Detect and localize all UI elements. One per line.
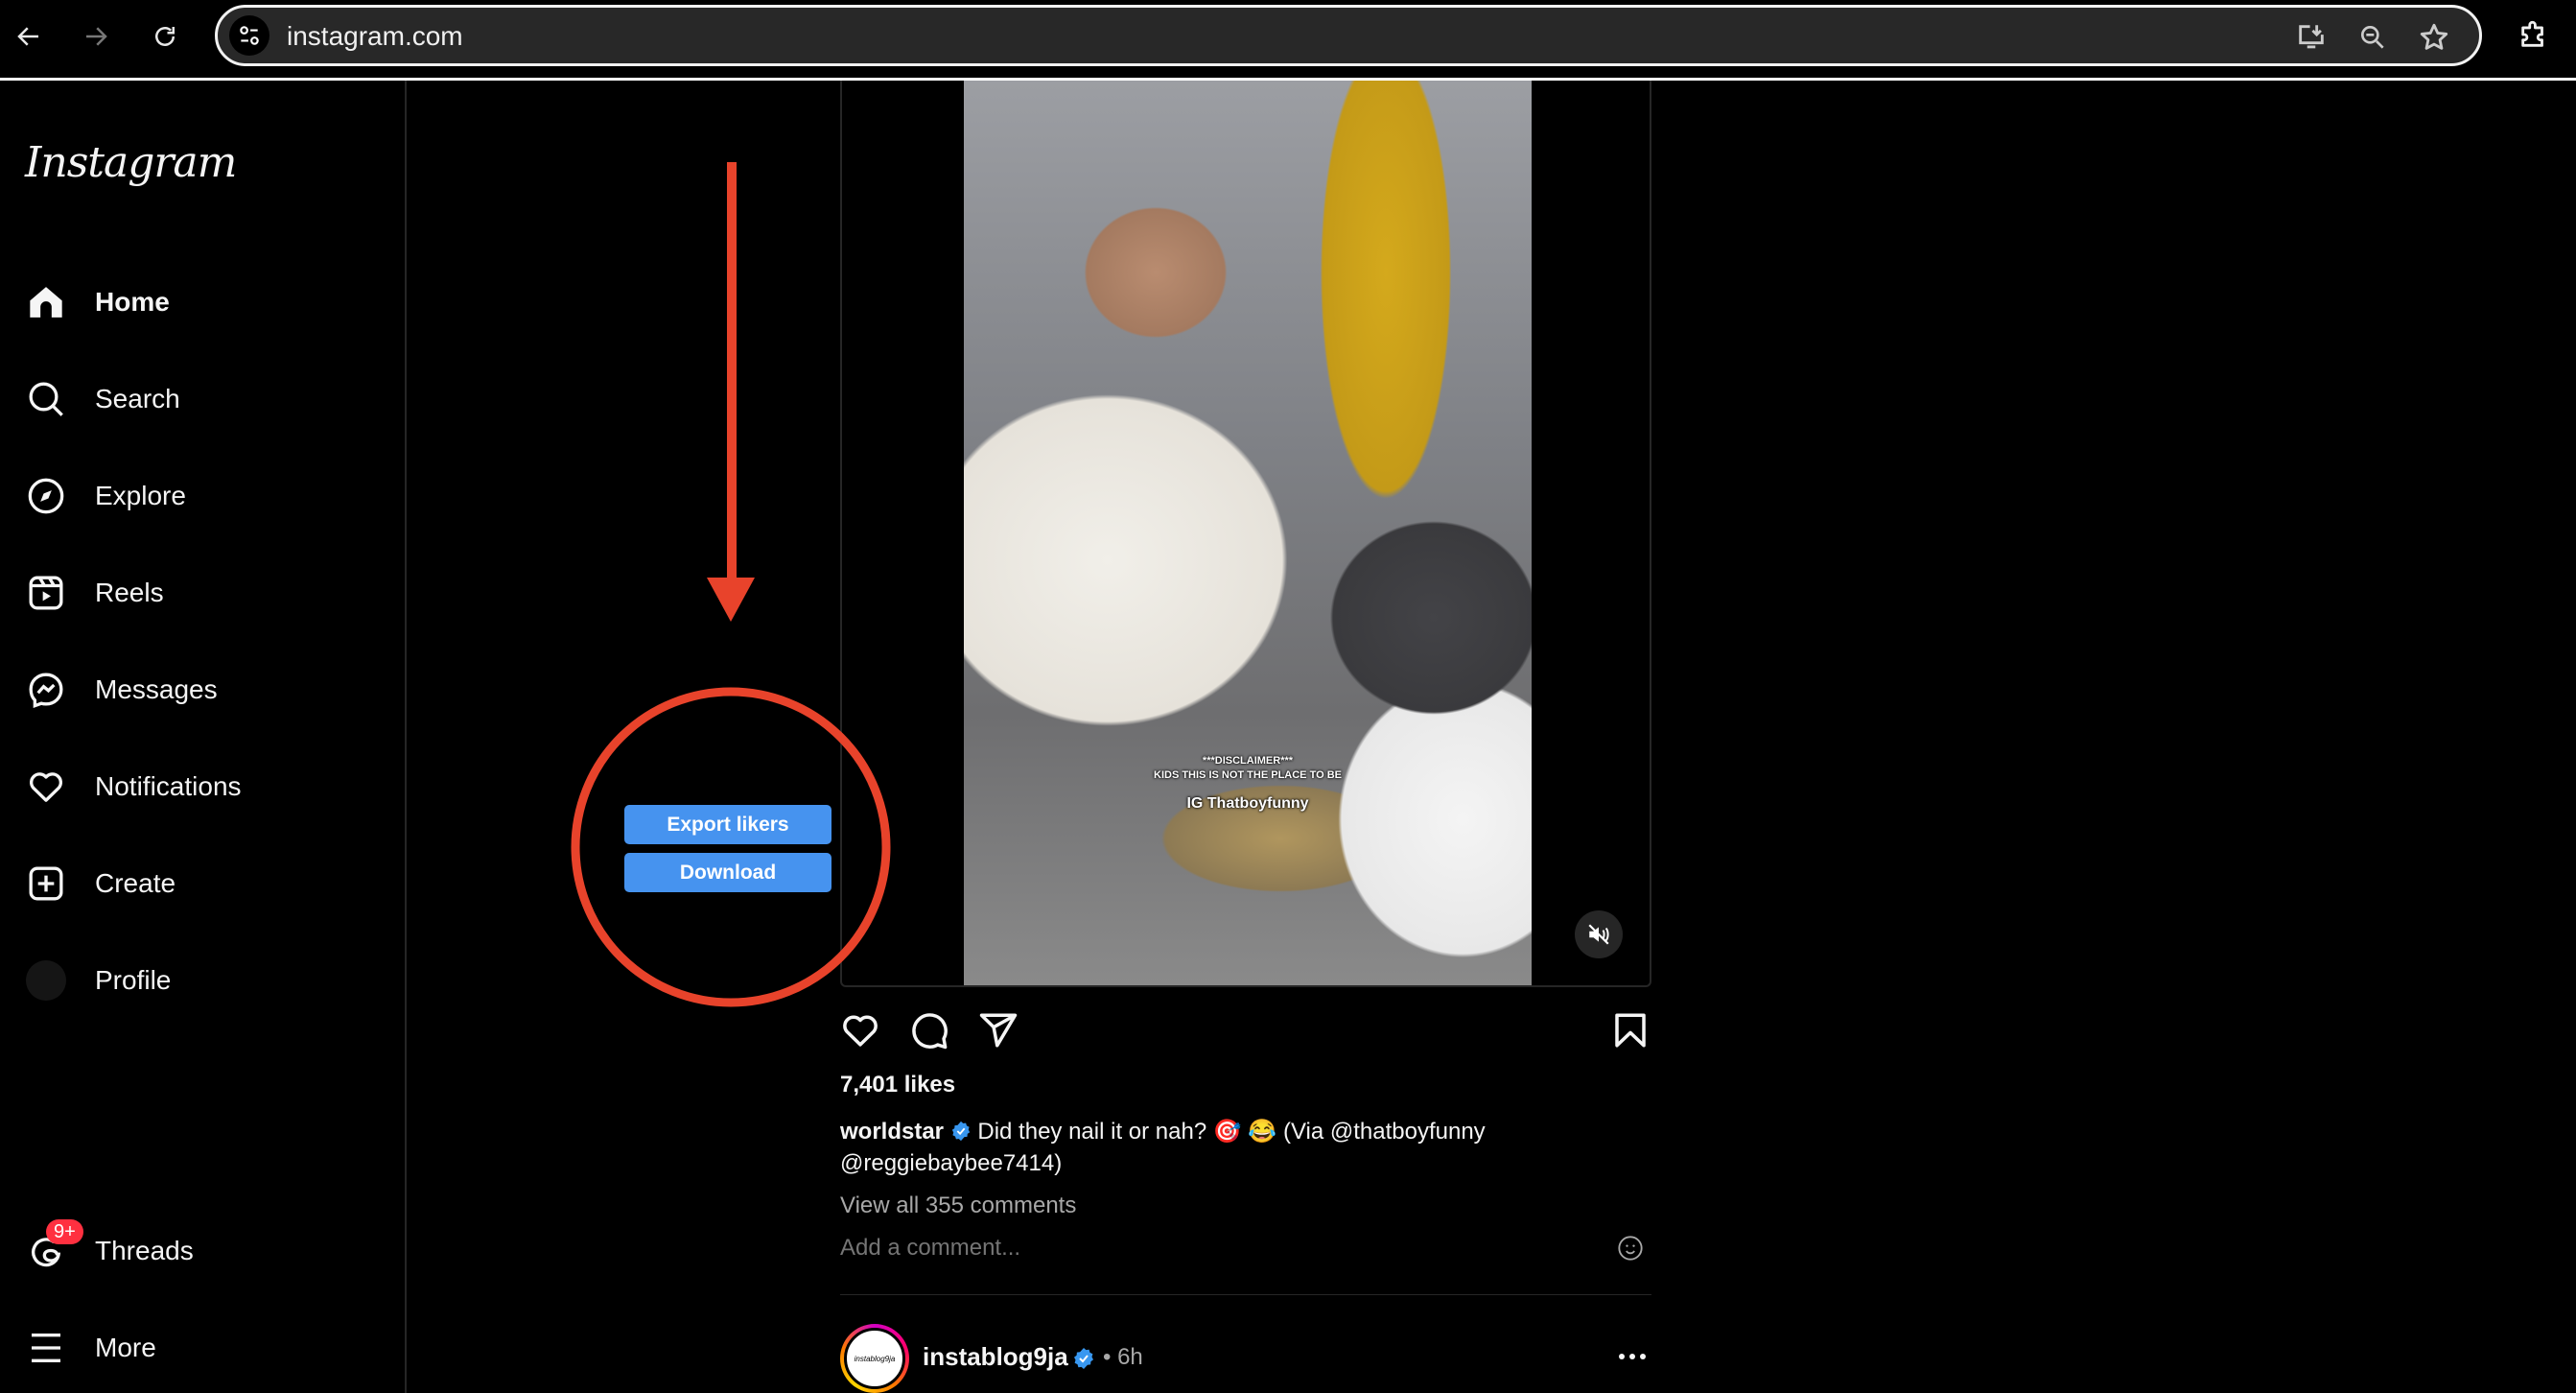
sidebar-item-notifications[interactable]: Notifications: [0, 752, 403, 821]
download-button[interactable]: Download: [624, 853, 831, 892]
heart-icon: [25, 766, 67, 808]
video-caption-disclaimer: ***DISCLAIMER***: [1202, 755, 1294, 767]
instagram-logo[interactable]: Instagram: [25, 138, 237, 187]
comment-input[interactable]: [840, 1235, 1588, 1262]
save-button[interactable]: [1610, 1010, 1651, 1051]
video-caption-credit: IG Thatboyfunny: [1186, 795, 1309, 812]
mute-toggle-button[interactable]: [1575, 910, 1623, 958]
annotation-arrow-head: [707, 578, 755, 622]
reload-button[interactable]: [144, 15, 186, 58]
browser-toolbar: instagram.com: [0, 0, 2576, 81]
sidebar: Instagram Home Search Explore Reels Mess…: [0, 81, 407, 1393]
sidebar-item-label: Search: [95, 384, 180, 413]
site-info-button[interactable]: [229, 15, 269, 56]
arrow-right-icon: [86, 27, 107, 46]
zoom-button[interactable]: [2354, 19, 2391, 56]
avatar-label: instablog9ja: [844, 1328, 905, 1389]
sidebar-item-label: Reels: [95, 578, 164, 607]
view-comments-link[interactable]: View all 355 comments: [840, 1192, 1076, 1219]
heart-icon: [843, 1015, 878, 1047]
send-icon: [979, 1013, 1018, 1048]
bookmark-star-button[interactable]: [2416, 19, 2452, 56]
dot: [1629, 1354, 1635, 1359]
post-card: ***DISCLAIMER*** KIDS THIS IS NOT THE PL…: [840, 81, 1651, 987]
post-caption: worldstar Did they nail it or nah? 🎯 😂 (…: [840, 1116, 1646, 1179]
threads-badge: 9+: [46, 1219, 83, 1244]
sidebar-item-label: Messages: [95, 674, 218, 704]
compass-icon: [25, 475, 67, 517]
star-icon: [2420, 23, 2448, 50]
next-post-avatar[interactable]: instablog9ja: [840, 1324, 909, 1393]
sidebar-item-reels[interactable]: Reels: [0, 558, 403, 627]
post-author[interactable]: worldstar: [840, 1119, 944, 1145]
url-text[interactable]: instagram.com: [287, 21, 463, 52]
share-button[interactable]: [978, 1010, 1019, 1051]
like-button[interactable]: [840, 1010, 880, 1051]
video-caption-warning: KIDS THIS IS NOT THE PLACE TO BE: [1154, 769, 1342, 781]
forward-button[interactable]: [75, 15, 117, 58]
sidebar-item-explore[interactable]: Explore: [0, 461, 403, 531]
annotation-arrow-shaft: [727, 162, 737, 580]
speaker-muted-icon: [1588, 924, 1609, 945]
reload-icon: [155, 27, 175, 46]
puzzle-icon: [2521, 20, 2543, 47]
sidebar-item-threads[interactable]: 9+ Threads: [0, 1216, 403, 1286]
tune-icon: [240, 26, 259, 45]
arrow-left-icon: [17, 27, 38, 46]
search-icon: [25, 378, 67, 420]
dot: [1640, 1354, 1646, 1359]
smiley-icon: [1618, 1236, 1643, 1261]
post-video[interactable]: ***DISCLAIMER*** KIDS THIS IS NOT THE PL…: [964, 81, 1532, 985]
plus-square-icon: [25, 862, 67, 905]
dot: [1619, 1354, 1625, 1359]
sidebar-item-label: Create: [95, 868, 176, 898]
sidebar-item-label: More: [95, 1333, 156, 1362]
post-divider: [840, 1294, 1651, 1295]
menu-icon: [25, 1327, 67, 1369]
sidebar-item-home[interactable]: Home: [0, 268, 403, 337]
comment-icon: [912, 1013, 948, 1050]
bookmark-icon: [1615, 1013, 1646, 1048]
sidebar-item-search[interactable]: Search: [0, 365, 403, 434]
verified-badge-icon: [1074, 1348, 1093, 1369]
back-button[interactable]: [8, 15, 50, 58]
next-post-time: • 6h: [1103, 1344, 1143, 1370]
sidebar-item-label: Explore: [95, 481, 186, 510]
sidebar-item-more[interactable]: More: [0, 1313, 403, 1382]
verified-badge-icon: [951, 1121, 970, 1142]
next-post-author[interactable]: instablog9ja: [923, 1342, 1068, 1372]
sidebar-item-label: Threads: [95, 1236, 194, 1265]
emoji-button[interactable]: [1617, 1235, 1644, 1262]
install-app-icon: [2299, 25, 2324, 49]
install-app-button[interactable]: [2293, 19, 2330, 56]
address-bar[interactable]: instagram.com: [215, 5, 2482, 66]
home-icon: [25, 281, 67, 323]
export-likers-button[interactable]: Export likers: [624, 805, 831, 844]
sidebar-item-label: Profile: [95, 965, 172, 995]
post-options-button[interactable]: [1613, 1345, 1651, 1368]
messenger-icon: [25, 669, 67, 711]
sidebar-item-label: Home: [95, 287, 170, 317]
avatar-icon: [25, 959, 67, 1002]
comment-button[interactable]: [909, 1010, 949, 1051]
extension-button-group: Export likers Download: [624, 805, 831, 901]
sidebar-item-label: Notifications: [95, 771, 242, 801]
extensions-button[interactable]: [2513, 13, 2555, 56]
sidebar-item-messages[interactable]: Messages: [0, 655, 403, 724]
sidebar-item-profile[interactable]: Profile: [0, 946, 403, 1015]
zoom-out-icon: [2361, 25, 2384, 49]
likes-count[interactable]: 7,401 likes: [840, 1072, 955, 1098]
sidebar-item-create[interactable]: Create: [0, 849, 403, 918]
reels-icon: [25, 572, 67, 614]
